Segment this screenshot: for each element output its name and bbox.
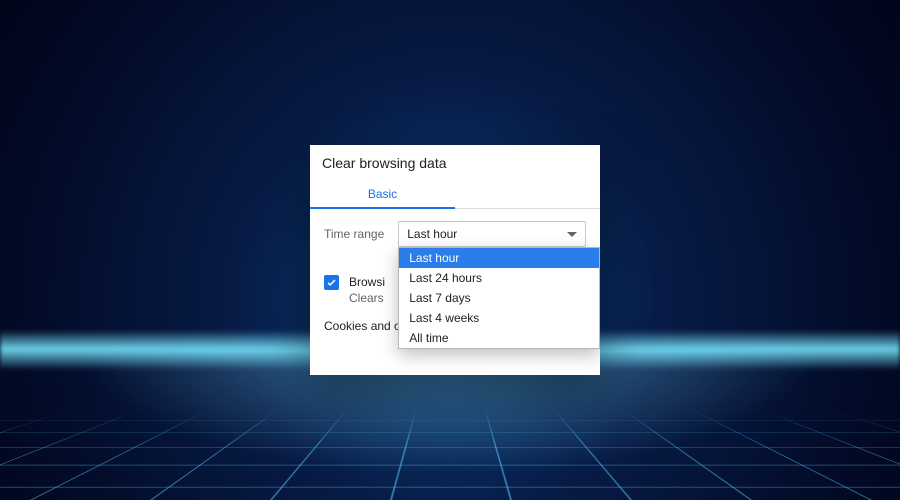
clear-browsing-data-dialog: Clear browsing data Basic Time range Las… (310, 145, 600, 375)
browsing-history-checkbox[interactable] (324, 275, 339, 290)
time-range-value: Last hour (407, 227, 457, 241)
time-range-row: Time range Last hour Last hour Last 24 h… (324, 221, 586, 247)
option-last-4-weeks[interactable]: Last 4 weeks (399, 308, 599, 328)
dialog-tabbar: Basic (310, 179, 600, 209)
browsing-history-sub: Clears (349, 291, 385, 305)
tab-basic[interactable]: Basic (310, 179, 455, 209)
time-range-label: Time range (324, 227, 384, 241)
option-all-time[interactable]: All time (399, 328, 599, 348)
chevron-down-icon (567, 232, 577, 237)
time-range-select-box[interactable]: Last hour (398, 221, 586, 247)
option-last-hour[interactable]: Last hour (399, 248, 599, 268)
checkmark-icon (326, 277, 337, 288)
option-last-7-days[interactable]: Last 7 days (399, 288, 599, 308)
dialog-body: Time range Last hour Last hour Last 24 h… (310, 209, 600, 345)
time-range-dropdown: Last hour Last 24 hours Last 7 days Last… (398, 247, 600, 349)
time-range-select[interactable]: Last hour Last hour Last 24 hours Last 7… (398, 221, 586, 247)
option-last-24-hours[interactable]: Last 24 hours (399, 268, 599, 288)
dialog-title: Clear browsing data (310, 145, 600, 175)
tab-advanced[interactable] (455, 179, 600, 208)
browsing-history-title: Browsi (349, 275, 385, 289)
